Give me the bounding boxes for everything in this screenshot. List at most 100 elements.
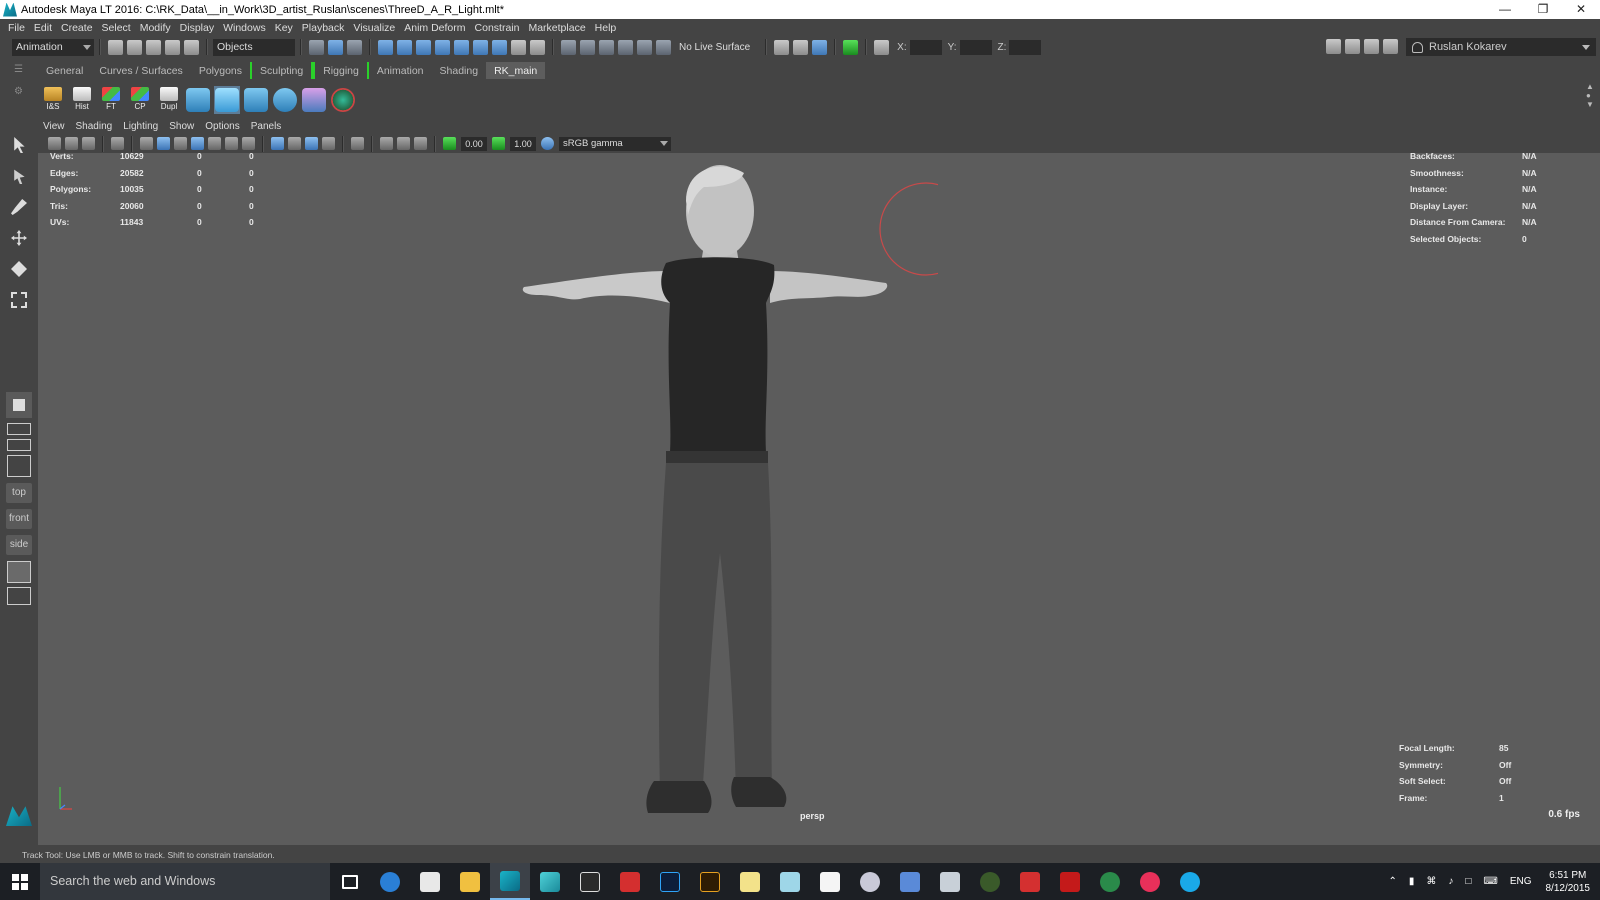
exposure-field[interactable]: 0.00 xyxy=(461,136,487,151)
undo-icon[interactable] xyxy=(165,39,180,55)
wifi-icon[interactable]: ⌘ xyxy=(1426,876,1436,887)
anti-aliasing-icon[interactable] xyxy=(322,137,335,150)
snap-point-icon[interactable] xyxy=(416,39,431,55)
taskbar-creative-cloud[interactable] xyxy=(610,863,650,900)
shelf-button-ft[interactable]: FT xyxy=(98,86,124,114)
select-tool[interactable] xyxy=(6,132,32,158)
rotation-gizmo[interactable] xyxy=(879,182,938,276)
action-center-icon[interactable]: □ xyxy=(1465,876,1471,887)
move-tool[interactable] xyxy=(6,225,32,251)
menu-select[interactable]: Select xyxy=(102,22,131,34)
viewport-menu-panels[interactable]: Panels xyxy=(251,121,282,132)
rotate-tool[interactable] xyxy=(6,256,32,282)
viewport-menu-lighting[interactable]: Lighting xyxy=(123,121,158,132)
volume-icon[interactable]: ♪ xyxy=(1448,876,1453,887)
wireframe-icon[interactable] xyxy=(140,137,153,150)
make-live-icon[interactable] xyxy=(656,39,671,55)
select-hierarchy-icon[interactable] xyxy=(309,39,324,55)
taskbar-edge[interactable] xyxy=(370,863,410,900)
y-field[interactable] xyxy=(959,39,992,55)
shelf-button-dupl[interactable]: Dupl xyxy=(156,86,182,114)
taskbar-app-5[interactable] xyxy=(1010,863,1050,900)
shelf-tab-curves-surfaces[interactable]: Curves / Surfaces xyxy=(91,62,190,79)
shelf-tab-polygons[interactable]: Polygons xyxy=(191,62,250,79)
menu-constrain[interactable]: Constrain xyxy=(475,22,520,34)
exposure-icon[interactable] xyxy=(443,137,456,150)
ambient-occlusion-icon[interactable] xyxy=(305,137,318,150)
wireframe-on-shaded-icon[interactable] xyxy=(174,137,187,150)
snap-help-icon[interactable] xyxy=(492,39,507,55)
grid-icon[interactable] xyxy=(111,137,124,150)
snap-surface-icon[interactable] xyxy=(454,39,469,55)
snap-curve-icon[interactable] xyxy=(397,39,412,55)
transform-constraint-icon[interactable] xyxy=(874,39,890,55)
taskbar-mail[interactable] xyxy=(410,863,450,900)
taskbar-app-1[interactable] xyxy=(850,863,890,900)
render-view-icon[interactable] xyxy=(774,39,790,55)
isolate-select-icon[interactable] xyxy=(242,137,255,150)
viewport-menu-options[interactable]: Options xyxy=(205,121,239,132)
taskbar-epic[interactable] xyxy=(570,863,610,900)
taskbar-calculator[interactable] xyxy=(810,863,850,900)
close-button[interactable]: ✕ xyxy=(1562,0,1600,19)
use-all-lights-icon[interactable] xyxy=(208,137,221,150)
start-button[interactable] xyxy=(0,863,40,900)
render-frame-icon[interactable] xyxy=(793,39,809,55)
lock-icon[interactable] xyxy=(511,39,526,55)
layout-persp-outliner-icon[interactable] xyxy=(7,561,31,583)
x-field[interactable] xyxy=(909,39,942,55)
gamma-icon[interactable] xyxy=(492,137,505,150)
taskbar-photoshop[interactable] xyxy=(650,863,690,900)
shelf-button-snap-tool[interactable] xyxy=(214,86,240,114)
snap-vertex-icon[interactable] xyxy=(473,39,488,55)
image-plane-icon[interactable] xyxy=(82,137,95,150)
camera-bookmark-icon[interactable] xyxy=(65,137,78,150)
construction-history-icon[interactable] xyxy=(599,39,614,55)
taskbar-maya-lt[interactable] xyxy=(530,863,570,900)
taskbar-itunes[interactable] xyxy=(1130,863,1170,900)
clock[interactable]: 6:51 PM 8/12/2015 xyxy=(1546,869,1591,895)
select-object-icon[interactable] xyxy=(328,39,343,55)
channel-box-icon[interactable] xyxy=(1383,39,1398,54)
attribute-editor-icon[interactable] xyxy=(1345,39,1360,54)
character-model[interactable] xyxy=(508,153,938,833)
viewport-menu-view[interactable]: View xyxy=(43,121,65,132)
safe-action-icon[interactable] xyxy=(414,137,427,150)
smooth-shade-icon[interactable] xyxy=(157,137,170,150)
shelf-options[interactable]: ☰ ⚙ xyxy=(14,64,30,97)
shelf-button-hist[interactable]: Hist xyxy=(69,86,95,114)
shelf-button-globe-tool[interactable] xyxy=(330,86,356,114)
gate-mask-icon[interactable] xyxy=(397,137,410,150)
shelf-button-align-tool[interactable] xyxy=(243,86,269,114)
layout-two-panel-icon[interactable] xyxy=(7,439,31,451)
taskbar-pencil[interactable] xyxy=(770,863,810,900)
shelf-tab-shading[interactable]: Shading xyxy=(432,62,487,79)
menu-visualize[interactable]: Visualize xyxy=(353,22,395,34)
selection-mode-dropdown[interactable]: Objects xyxy=(213,38,295,56)
minimize-button[interactable]: — xyxy=(1486,0,1524,19)
restore-button[interactable]: ❐ xyxy=(1524,0,1562,19)
isolate-icon[interactable] xyxy=(351,137,364,150)
menu-file[interactable]: File xyxy=(8,22,25,34)
shelf-button-magnify-tool[interactable] xyxy=(272,86,298,114)
last-tool[interactable] xyxy=(6,392,32,418)
taskbar-search-box[interactable]: Search the web and Windows xyxy=(40,863,330,900)
tool-settings-icon[interactable] xyxy=(1364,39,1379,54)
taskbar-explorer[interactable] xyxy=(450,863,490,900)
color-management-icon[interactable] xyxy=(541,137,554,150)
layout-four-panel-icon[interactable] xyxy=(7,423,31,435)
taskbar-maya[interactable] xyxy=(490,863,530,900)
symmetry-icon[interactable] xyxy=(530,39,545,55)
layout-outliner-icon[interactable] xyxy=(7,455,31,477)
input-connections-icon[interactable] xyxy=(561,39,576,55)
view-side-button[interactable]: side xyxy=(6,535,32,555)
taskbar-app-6[interactable] xyxy=(1090,863,1130,900)
taskbar-app-3[interactable] xyxy=(930,863,970,900)
taskbar-notes[interactable] xyxy=(730,863,770,900)
taskbar-filezilla[interactable] xyxy=(1050,863,1090,900)
save-scene-icon[interactable] xyxy=(146,39,161,55)
x-ray-joints-icon[interactable] xyxy=(288,137,301,150)
viewport-menu-show[interactable]: Show xyxy=(169,121,194,132)
magnet-icon[interactable] xyxy=(618,39,633,55)
shelf-tab-sculpting[interactable]: Sculpting xyxy=(250,62,314,79)
